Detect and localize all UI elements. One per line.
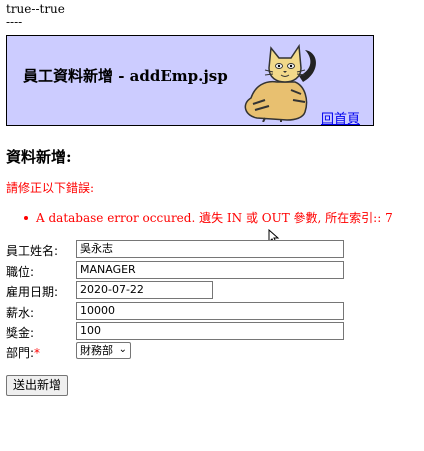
comm-input[interactable]: 100	[76, 322, 344, 340]
job-label: 職位:	[6, 265, 35, 279]
error-list: A database error occured. 遺失 IN 或 OUT 參數…	[24, 209, 393, 226]
comm-label: 獎金:	[6, 326, 35, 340]
job-input[interactable]: MANAGER	[76, 261, 344, 279]
hiredate-input[interactable]: 2020-07-22	[76, 281, 213, 299]
sal-label: 薪水:	[6, 306, 35, 320]
chevron-down-icon: ⌄	[118, 344, 127, 355]
required-mark: *	[34, 346, 41, 360]
deptno-label: 部門:*	[6, 344, 40, 361]
home-link[interactable]: 回首頁	[321, 108, 360, 127]
ename-input[interactable]: 吳永志	[76, 240, 344, 258]
submit-button[interactable]: 送出新增	[6, 375, 69, 396]
deptno-select[interactable]: 財務部 ⌄	[76, 342, 131, 359]
error-item: A database error occured. 遺失 IN 或 OUT 參數…	[24, 209, 393, 226]
page-header: 員工資料新增 - addEmp.jsp 回首頁	[6, 35, 374, 127]
error-message: A database error occured. 遺失 IN 或 OUT 參數…	[36, 211, 393, 225]
ename-label: 員工姓名:	[6, 244, 59, 258]
debug-output: true--true ----	[6, 3, 65, 29]
deptno-selected: 財務部	[80, 344, 113, 357]
debug-line-2: ----	[6, 15, 23, 29]
tomcat-mascot-icon	[244, 43, 316, 122]
error-title: 請修正以下錯誤:	[6, 181, 95, 195]
hiredate-label: 雇用日期:	[6, 285, 59, 299]
deptno-label-text: 部門:	[6, 346, 35, 360]
section-title: 資料新增:	[6, 148, 72, 166]
sal-input[interactable]: 10000	[76, 302, 344, 320]
page-title: 員工資料新增 - addEmp.jsp	[23, 67, 228, 85]
bullet-icon	[24, 215, 28, 220]
